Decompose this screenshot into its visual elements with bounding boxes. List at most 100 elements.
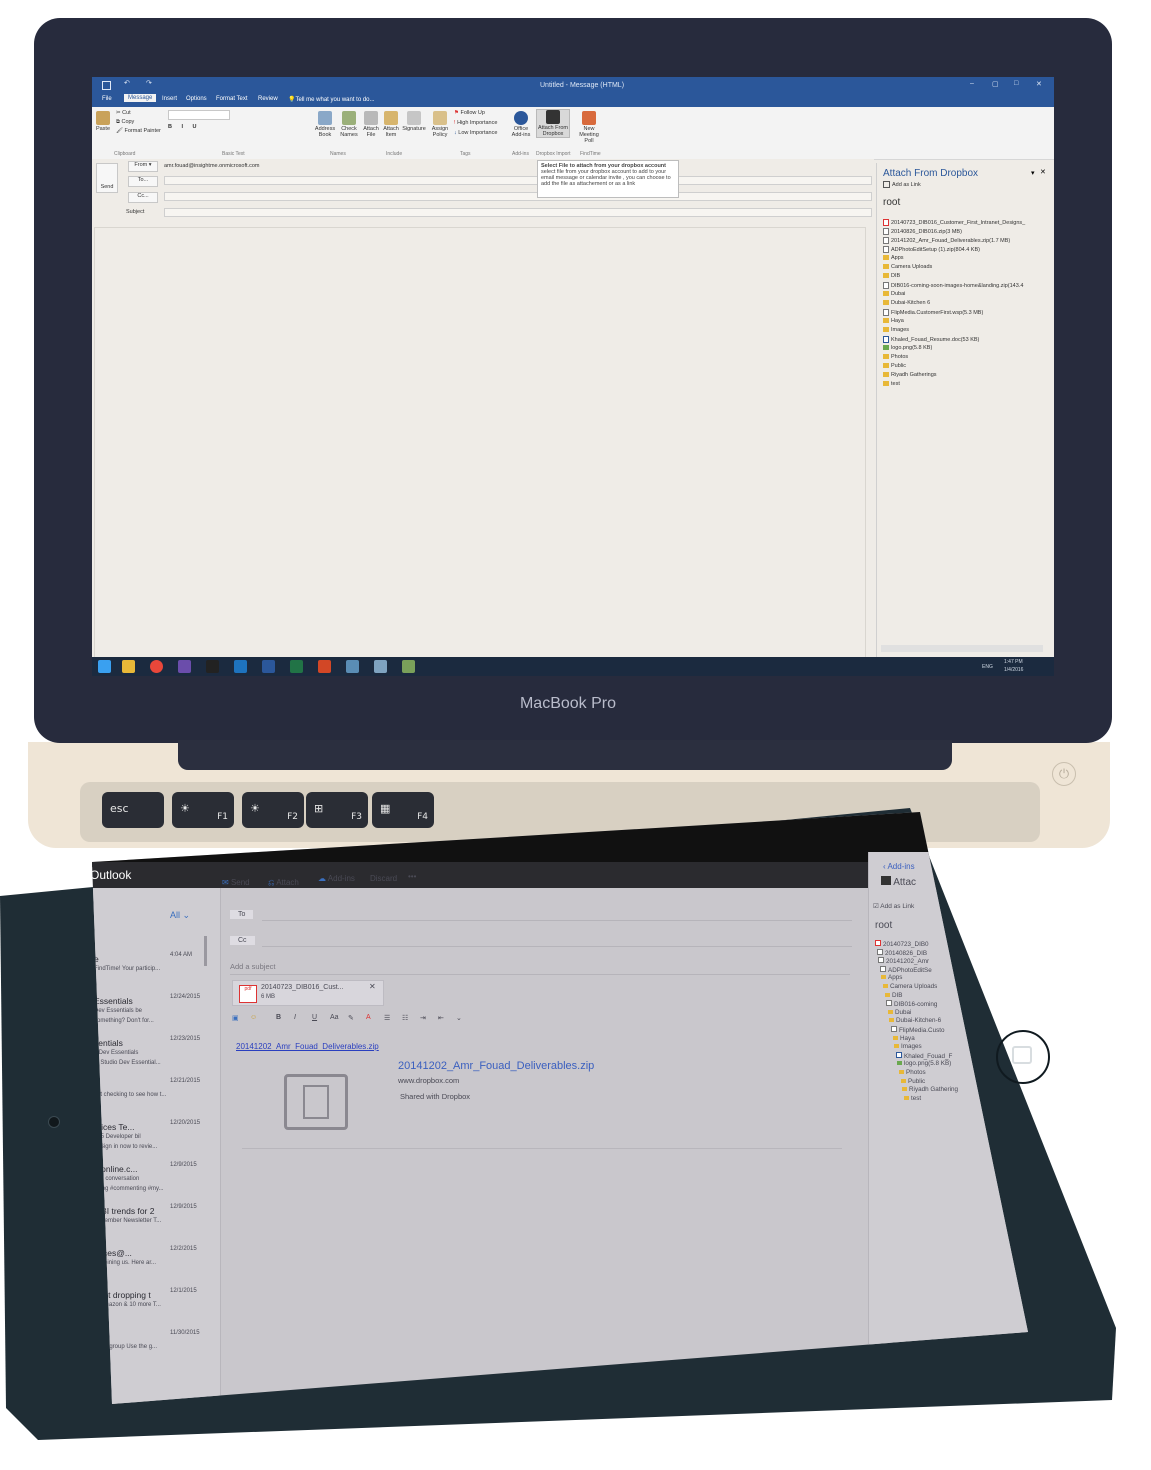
office-addins-button[interactable]: Office Add-ins bbox=[510, 111, 532, 138]
pane-close-icon[interactable]: ✕ bbox=[1040, 168, 1046, 176]
list-item[interactable]: rvices Te... 12/20/2015 365 Developer bil y… bbox=[92, 1120, 212, 1160]
more-options-icon[interactable]: ••• bbox=[408, 872, 416, 881]
link-preview-card[interactable]: 20141202_Amr_Fouad_Deliverables.zip www.… bbox=[242, 1058, 842, 1149]
tray-language[interactable]: ENG bbox=[982, 664, 993, 670]
tray-time[interactable]: 1:47 PM bbox=[1004, 659, 1023, 665]
back-to-addins[interactable]: ‹ Add-ins bbox=[883, 862, 915, 871]
to-field[interactable] bbox=[164, 176, 872, 185]
app-icon[interactable] bbox=[346, 660, 359, 673]
list-item[interactable]: p BI trends for 2 12/9/2015 December Newsl… bbox=[92, 1204, 212, 1244]
cc-field[interactable] bbox=[262, 946, 852, 947]
app-icon[interactable] bbox=[374, 660, 387, 673]
undo-icon[interactable]: ↶ bbox=[124, 79, 130, 87]
dropbox-file-item[interactable]: Photos bbox=[899, 1069, 926, 1076]
dropbox-file-item[interactable]: Public bbox=[883, 363, 906, 369]
tab-insert[interactable]: Insert bbox=[162, 96, 177, 102]
word-icon[interactable] bbox=[262, 660, 275, 673]
dropbox-file-item[interactable]: 20140826_DIB016.zip(3 MB) bbox=[883, 228, 962, 235]
chrome-icon[interactable] bbox=[150, 660, 163, 673]
dropbox-file-item[interactable]: DIB bbox=[885, 992, 903, 999]
new-meeting-poll-button[interactable]: New Meeting Poll bbox=[574, 111, 604, 144]
dropbox-file-item[interactable]: test bbox=[904, 1095, 921, 1102]
dropbox-file-item[interactable]: Riyadh Gathering bbox=[902, 1086, 958, 1093]
dropbox-file-item[interactable]: Camera Uploads bbox=[883, 264, 932, 270]
dropbox-file-item[interactable]: logo.png(5.8 KB) bbox=[897, 1060, 951, 1067]
close-icon[interactable]: ✕ bbox=[1036, 80, 1042, 88]
outlook-icon[interactable] bbox=[234, 660, 247, 673]
highlight-icon[interactable]: ✎ bbox=[348, 1014, 354, 1022]
tell-me-search[interactable]: 💡Tell me what you want to do... bbox=[288, 96, 375, 103]
font-size-button[interactable]: Aa bbox=[330, 1014, 339, 1021]
attachment-chip[interactable]: pdf 20140723_DIB016_Cust... 6 MB ✕ bbox=[232, 980, 384, 1006]
remove-attachment-icon[interactable]: ✕ bbox=[369, 982, 376, 991]
address-book-button[interactable]: Address Book bbox=[314, 111, 336, 138]
dropbox-file-item[interactable]: Apps bbox=[883, 255, 904, 261]
cut-button[interactable]: ✂ Cut bbox=[116, 110, 131, 116]
tab-file[interactable]: File bbox=[102, 96, 112, 102]
signature-button[interactable]: Signature bbox=[402, 111, 426, 132]
addins-button[interactable]: ☁ Add-ins bbox=[318, 874, 355, 883]
file-explorer-icon[interactable] bbox=[122, 660, 135, 673]
assign-policy-button[interactable]: Assign Policy bbox=[430, 111, 450, 138]
dropbox-file-item[interactable]: 20140826_DIB bbox=[877, 948, 927, 957]
save-icon[interactable] bbox=[102, 81, 111, 90]
dropbox-file-item[interactable]: Dubai-Kitchen 6 bbox=[883, 300, 930, 306]
excel-icon[interactable] bbox=[290, 660, 303, 673]
filter-dropdown[interactable]: All ⌄ bbox=[170, 910, 190, 921]
tab-message[interactable]: Message bbox=[124, 94, 157, 102]
indent-icon[interactable]: ⇥ bbox=[420, 1014, 426, 1022]
dropbox-file-item[interactable]: Riyadh Gatherings bbox=[883, 372, 937, 378]
attach-from-dropbox-button[interactable]: Attach From Dropbox bbox=[536, 109, 570, 138]
attach-button[interactable]: ⎌ Attach bbox=[268, 878, 299, 888]
dropbox-file-item[interactable]: Dubai-Kitchen-6 bbox=[889, 1017, 941, 1024]
dropbox-link[interactable]: 20141202_Amr_Fouad_Deliverables.zip bbox=[236, 1042, 379, 1051]
dropbox-file-item[interactable]: Haya bbox=[883, 318, 904, 324]
format-painter-button[interactable]: 🖌 Format Painter bbox=[116, 128, 161, 134]
dropbox-file-item[interactable]: Images bbox=[894, 1043, 922, 1050]
discard-button[interactable]: Discard bbox=[370, 874, 397, 883]
redo-icon[interactable]: ↷ bbox=[146, 79, 152, 87]
list-item[interactable]: epot dropping t 12/1/2015 s, Amazon & 10 m… bbox=[92, 1288, 212, 1328]
windows-start-icon[interactable] bbox=[98, 660, 111, 673]
list-item[interactable]: sentials 12/23/2015 v Dev Essentials al Stu… bbox=[92, 1036, 212, 1076]
dropbox-file-item[interactable]: DIB016-coming-soon-images-home&landing.z… bbox=[883, 282, 1023, 289]
cc-button[interactable]: Cc... bbox=[128, 192, 158, 203]
tab-options[interactable]: Options bbox=[186, 96, 207, 102]
dropbox-file-item[interactable]: Haya bbox=[893, 1035, 915, 1042]
to-field[interactable] bbox=[262, 920, 852, 921]
attach-file-button[interactable]: Attach File bbox=[362, 111, 380, 138]
low-importance-button[interactable]: ↓ Low Importance bbox=[454, 130, 497, 136]
power-icon[interactable]: ⏻ bbox=[1052, 762, 1076, 786]
dropbox-file-item[interactable]: Dubai bbox=[888, 1009, 911, 1016]
dropbox-file-item[interactable]: Public bbox=[901, 1078, 925, 1085]
emoji-icon[interactable]: ☺ bbox=[250, 1014, 257, 1021]
card-title[interactable]: 20141202_Amr_Fouad_Deliverables.zip bbox=[398, 1060, 594, 1072]
cc-field[interactable] bbox=[164, 192, 872, 201]
list-item[interactable]: ntonline.c... 12/9/2015 in a conversation u… bbox=[92, 1162, 212, 1202]
dropbox-file-item[interactable]: ADPhotoEditSe bbox=[880, 965, 932, 974]
message-body[interactable] bbox=[94, 227, 866, 659]
dropbox-file-item[interactable]: DIB016-coming bbox=[886, 1000, 937, 1008]
bullets-icon[interactable]: ☰ bbox=[384, 1014, 390, 1022]
dropbox-file-item[interactable]: 20141202_Amr_Fouad_Deliverables.zip(1.7 … bbox=[883, 237, 1010, 244]
to-button[interactable]: To... bbox=[128, 176, 158, 187]
maximize-icon[interactable]: □ bbox=[1014, 80, 1018, 87]
app-icon[interactable] bbox=[402, 660, 415, 673]
terminal-icon[interactable] bbox=[206, 660, 219, 673]
f3-key[interactable]: ⊞ F3 bbox=[306, 792, 368, 828]
font-style-buttons[interactable]: B I U bbox=[168, 124, 201, 130]
pane-dropdown-icon[interactable]: ▾ bbox=[1031, 169, 1035, 177]
outdent-icon[interactable]: ⇤ bbox=[438, 1014, 444, 1022]
font-select[interactable] bbox=[168, 110, 230, 120]
to-field-label[interactable]: To bbox=[230, 910, 254, 919]
list-item[interactable]: rvices@... 12/2/2015 for joining us. Here … bbox=[92, 1246, 212, 1286]
dropbox-file-item[interactable]: Dubai bbox=[883, 291, 905, 297]
dropbox-file-item[interactable]: Images bbox=[883, 327, 909, 333]
list-item[interactable]: e 4:04 AM FindTime! Your particip... bbox=[92, 952, 212, 992]
dropbox-file-item[interactable]: FlipMedia.Custo bbox=[891, 1026, 945, 1034]
dropbox-file-item[interactable]: ADPhotoEditSetup (1).zip(804.4 KB) bbox=[883, 246, 980, 253]
subject-field[interactable] bbox=[164, 208, 872, 217]
dropbox-file-item[interactable]: Camera Uploads bbox=[883, 983, 937, 990]
add-as-link-checkbox[interactable]: ☑ Add as Link bbox=[873, 902, 914, 910]
f2-key[interactable]: ☀ F2 bbox=[242, 792, 304, 828]
